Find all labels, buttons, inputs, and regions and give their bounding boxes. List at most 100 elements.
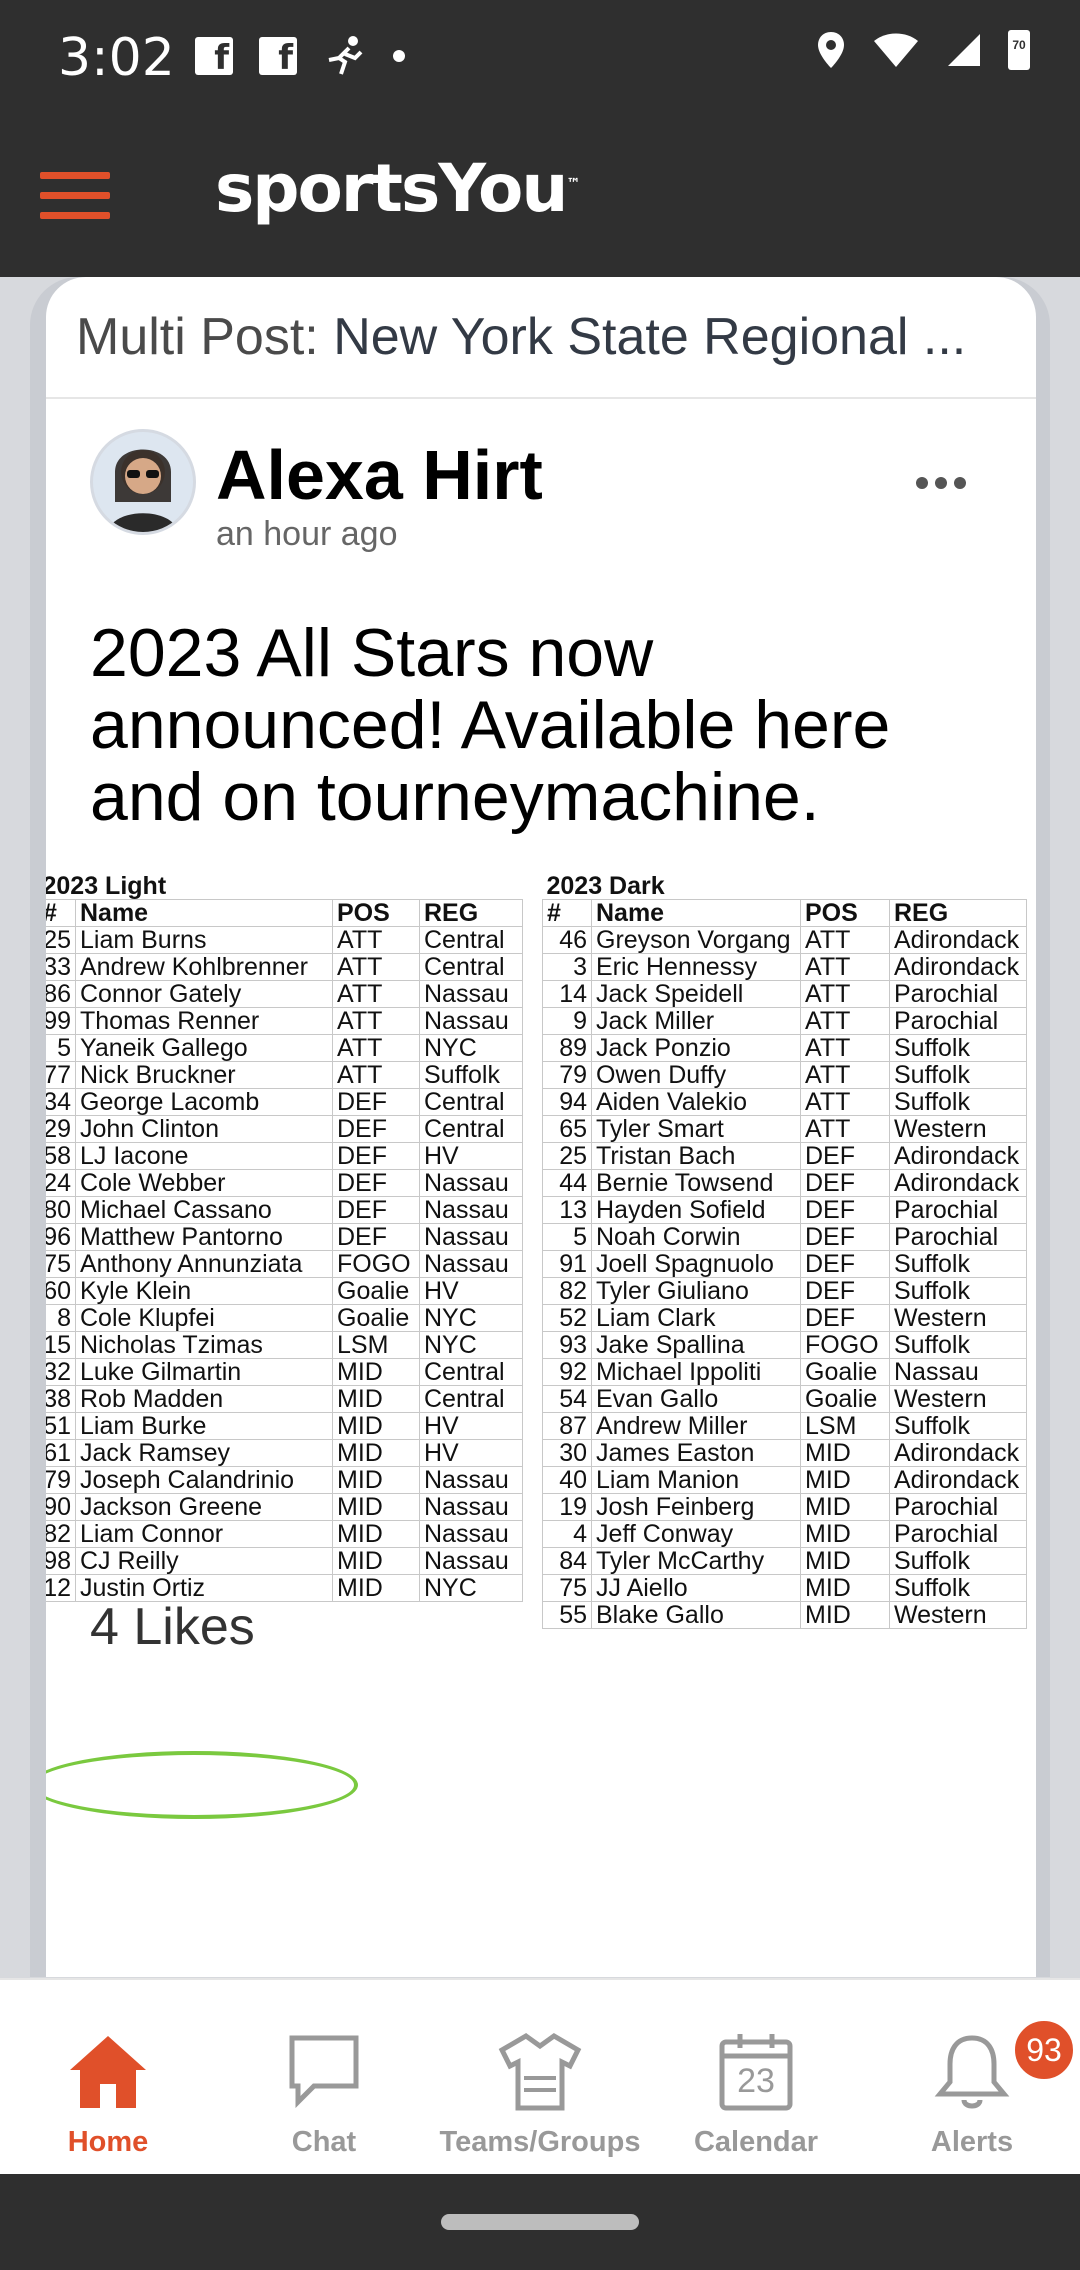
table-cell: Andrew Miller xyxy=(591,1412,801,1440)
table-cell: Suffolk xyxy=(889,1250,1027,1278)
tab-calendar[interactable]: 23 Calendar xyxy=(648,1980,864,2176)
table-cell: ATT xyxy=(332,953,420,981)
table-cell: Liam Burke xyxy=(75,1412,333,1440)
table-cell: MID xyxy=(332,1466,420,1494)
battery-icon: 70 xyxy=(1008,30,1030,70)
table-cell: Nick Bruckner xyxy=(75,1061,333,1089)
location-icon xyxy=(818,32,844,68)
table-cell: Cole Klupfei xyxy=(75,1304,333,1332)
table-row: 61 Jack Ramsey MID HV xyxy=(46,1439,523,1467)
table-row: 58 LJ Iacone DEF HV xyxy=(46,1142,523,1170)
table-cell: 99 xyxy=(46,1007,76,1035)
table-cell: Adirondack xyxy=(889,926,1027,954)
table-cell: Josh Feinberg xyxy=(591,1493,801,1521)
table-cell: Matthew Pantorno xyxy=(75,1223,333,1251)
table-cell: Parochial xyxy=(889,1493,1027,1521)
table-cell: 8 xyxy=(46,1304,76,1332)
table-cell: Suffolk xyxy=(889,1331,1027,1359)
more-options-icon[interactable] xyxy=(916,477,966,489)
table-cell: ATT xyxy=(800,1034,890,1062)
table-cell: Noah Corwin xyxy=(591,1223,801,1251)
table-cell: ATT xyxy=(800,1007,890,1035)
multi-post-header[interactable]: Multi Post: New York State Regional ... xyxy=(46,277,1036,399)
table-header: REG xyxy=(889,899,1027,927)
table-row: 38 Rob Madden MID Central xyxy=(46,1385,523,1413)
tab-home[interactable]: Home xyxy=(0,1980,216,2176)
table-cell: ATT xyxy=(800,953,890,981)
table-cell: Western xyxy=(889,1115,1027,1143)
table-cell: JJ Aiello xyxy=(591,1574,801,1602)
table-cell: LJ Iacone xyxy=(75,1142,333,1170)
table-cell: 86 xyxy=(46,980,76,1008)
table-cell: DEF xyxy=(332,1223,420,1251)
table-row: 32 Luke Gilmartin MID Central xyxy=(46,1358,523,1386)
tab-label: Alerts xyxy=(930,2126,1014,2158)
system-nav-bar xyxy=(0,2174,1080,2270)
table-cell: DEF xyxy=(800,1304,890,1332)
table-cell: Liam Connor xyxy=(75,1520,333,1548)
tab-chat[interactable]: Chat xyxy=(216,1980,432,2176)
table-row: 55 Blake Gallo MID Western xyxy=(542,1601,1027,1629)
table-cell: MID xyxy=(800,1574,890,1602)
table-cell: 93 xyxy=(542,1331,592,1359)
table-cell: Nicholas Tzimas xyxy=(75,1331,333,1359)
table-cell: 75 xyxy=(46,1250,76,1278)
table-row: 79 Owen Duffy ATT Suffolk xyxy=(542,1061,1027,1089)
table-cell: Parochial xyxy=(889,1007,1027,1035)
table-cell: 12 xyxy=(46,1574,76,1602)
jersey-icon xyxy=(498,2033,582,2111)
author-name[interactable]: Alexa Hirt xyxy=(216,435,543,515)
bell-icon xyxy=(934,2035,1010,2109)
signal-icon xyxy=(948,34,980,66)
table-row: 79 Joseph Calandrinio MID Nassau xyxy=(46,1466,523,1494)
table-cell: 77 xyxy=(46,1061,76,1089)
table-cell: NYC xyxy=(419,1034,523,1062)
post-image[interactable]: 2023 Light #NamePOSREG 25Liam BurnsATTCe… xyxy=(46,873,1036,1819)
table-cell: Joell Spagnuolo xyxy=(591,1250,801,1278)
table-row: 3 Eric Hennessy ATT Adirondack xyxy=(542,953,1027,981)
table-cell: Liam Clark xyxy=(591,1304,801,1332)
home-icon xyxy=(70,2036,146,2108)
table-cell: Parochial xyxy=(889,1196,1027,1224)
menu-icon[interactable] xyxy=(40,172,110,220)
notification-dot-icon xyxy=(393,50,405,62)
home-gesture-handle[interactable] xyxy=(441,2214,639,2230)
table-cell: Suffolk xyxy=(889,1574,1027,1602)
tab-alerts[interactable]: 93 Alerts xyxy=(864,1980,1080,2176)
table-cell: DEF xyxy=(332,1142,420,1170)
table-cell: Goalie xyxy=(800,1358,890,1386)
table-row: 19 Josh Feinberg MID Parochial xyxy=(542,1493,1027,1521)
multi-post-title: New York State Regional ... xyxy=(333,308,967,366)
table-cell: 80 xyxy=(46,1196,76,1224)
table-cell: ATT xyxy=(332,1061,420,1089)
table-row: 99 Thomas Renner ATT Nassau xyxy=(46,1007,523,1035)
table-cell: LSM xyxy=(332,1331,420,1359)
table-cell: 96 xyxy=(46,1223,76,1251)
table-cell: MID xyxy=(332,1358,420,1386)
table-cell: 91 xyxy=(542,1250,592,1278)
table-cell: Central xyxy=(419,1385,523,1413)
table-cell: John Clinton xyxy=(75,1115,333,1143)
table-cell: 46 xyxy=(542,926,592,954)
tab-teams-groups[interactable]: Teams/Groups xyxy=(432,1980,648,2176)
table-cell: James Easton xyxy=(591,1439,801,1467)
table-cell: Central xyxy=(419,926,523,954)
table-cell: MID xyxy=(332,1385,420,1413)
table-cell: Western xyxy=(889,1385,1027,1413)
table-cell: DEF xyxy=(800,1277,890,1305)
table-cell: MID xyxy=(800,1439,890,1467)
table-cell: Nassau xyxy=(419,1007,523,1035)
table-row: 51 Liam Burke MID HV xyxy=(46,1412,523,1440)
table-cell: MID xyxy=(800,1601,890,1629)
table-header: Name xyxy=(75,899,333,927)
table-row: 54 Evan Gallo Goalie Western xyxy=(542,1385,1027,1413)
avatar[interactable] xyxy=(90,429,196,535)
table-cell: 44 xyxy=(542,1169,592,1197)
alerts-badge: 93 xyxy=(1012,2018,1076,2082)
table-cell: Nassau xyxy=(889,1358,1027,1386)
likes-count[interactable]: 4 Likes xyxy=(90,1597,255,1657)
table-cell: 3 xyxy=(542,953,592,981)
table-cell: ATT xyxy=(800,926,890,954)
table-cell: Cole Webber xyxy=(75,1169,333,1197)
table-cell: ATT xyxy=(332,926,420,954)
